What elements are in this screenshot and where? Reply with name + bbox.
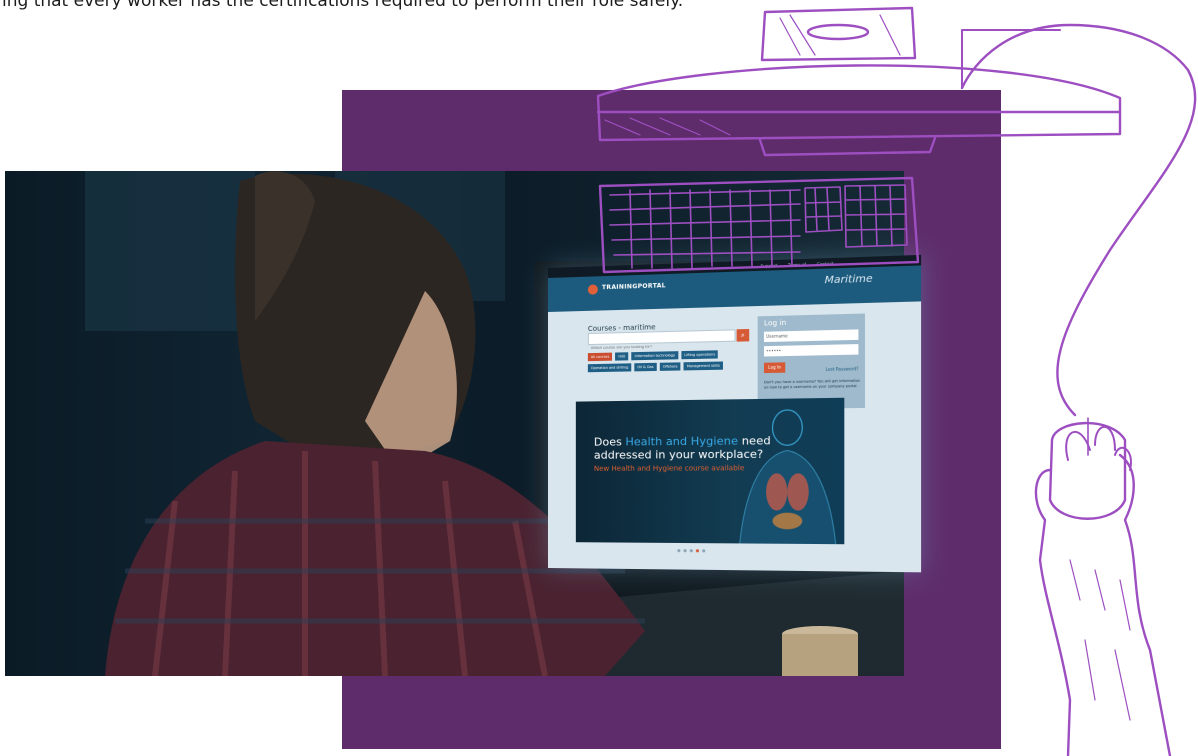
sketch-illustration: [596, 6, 1197, 756]
